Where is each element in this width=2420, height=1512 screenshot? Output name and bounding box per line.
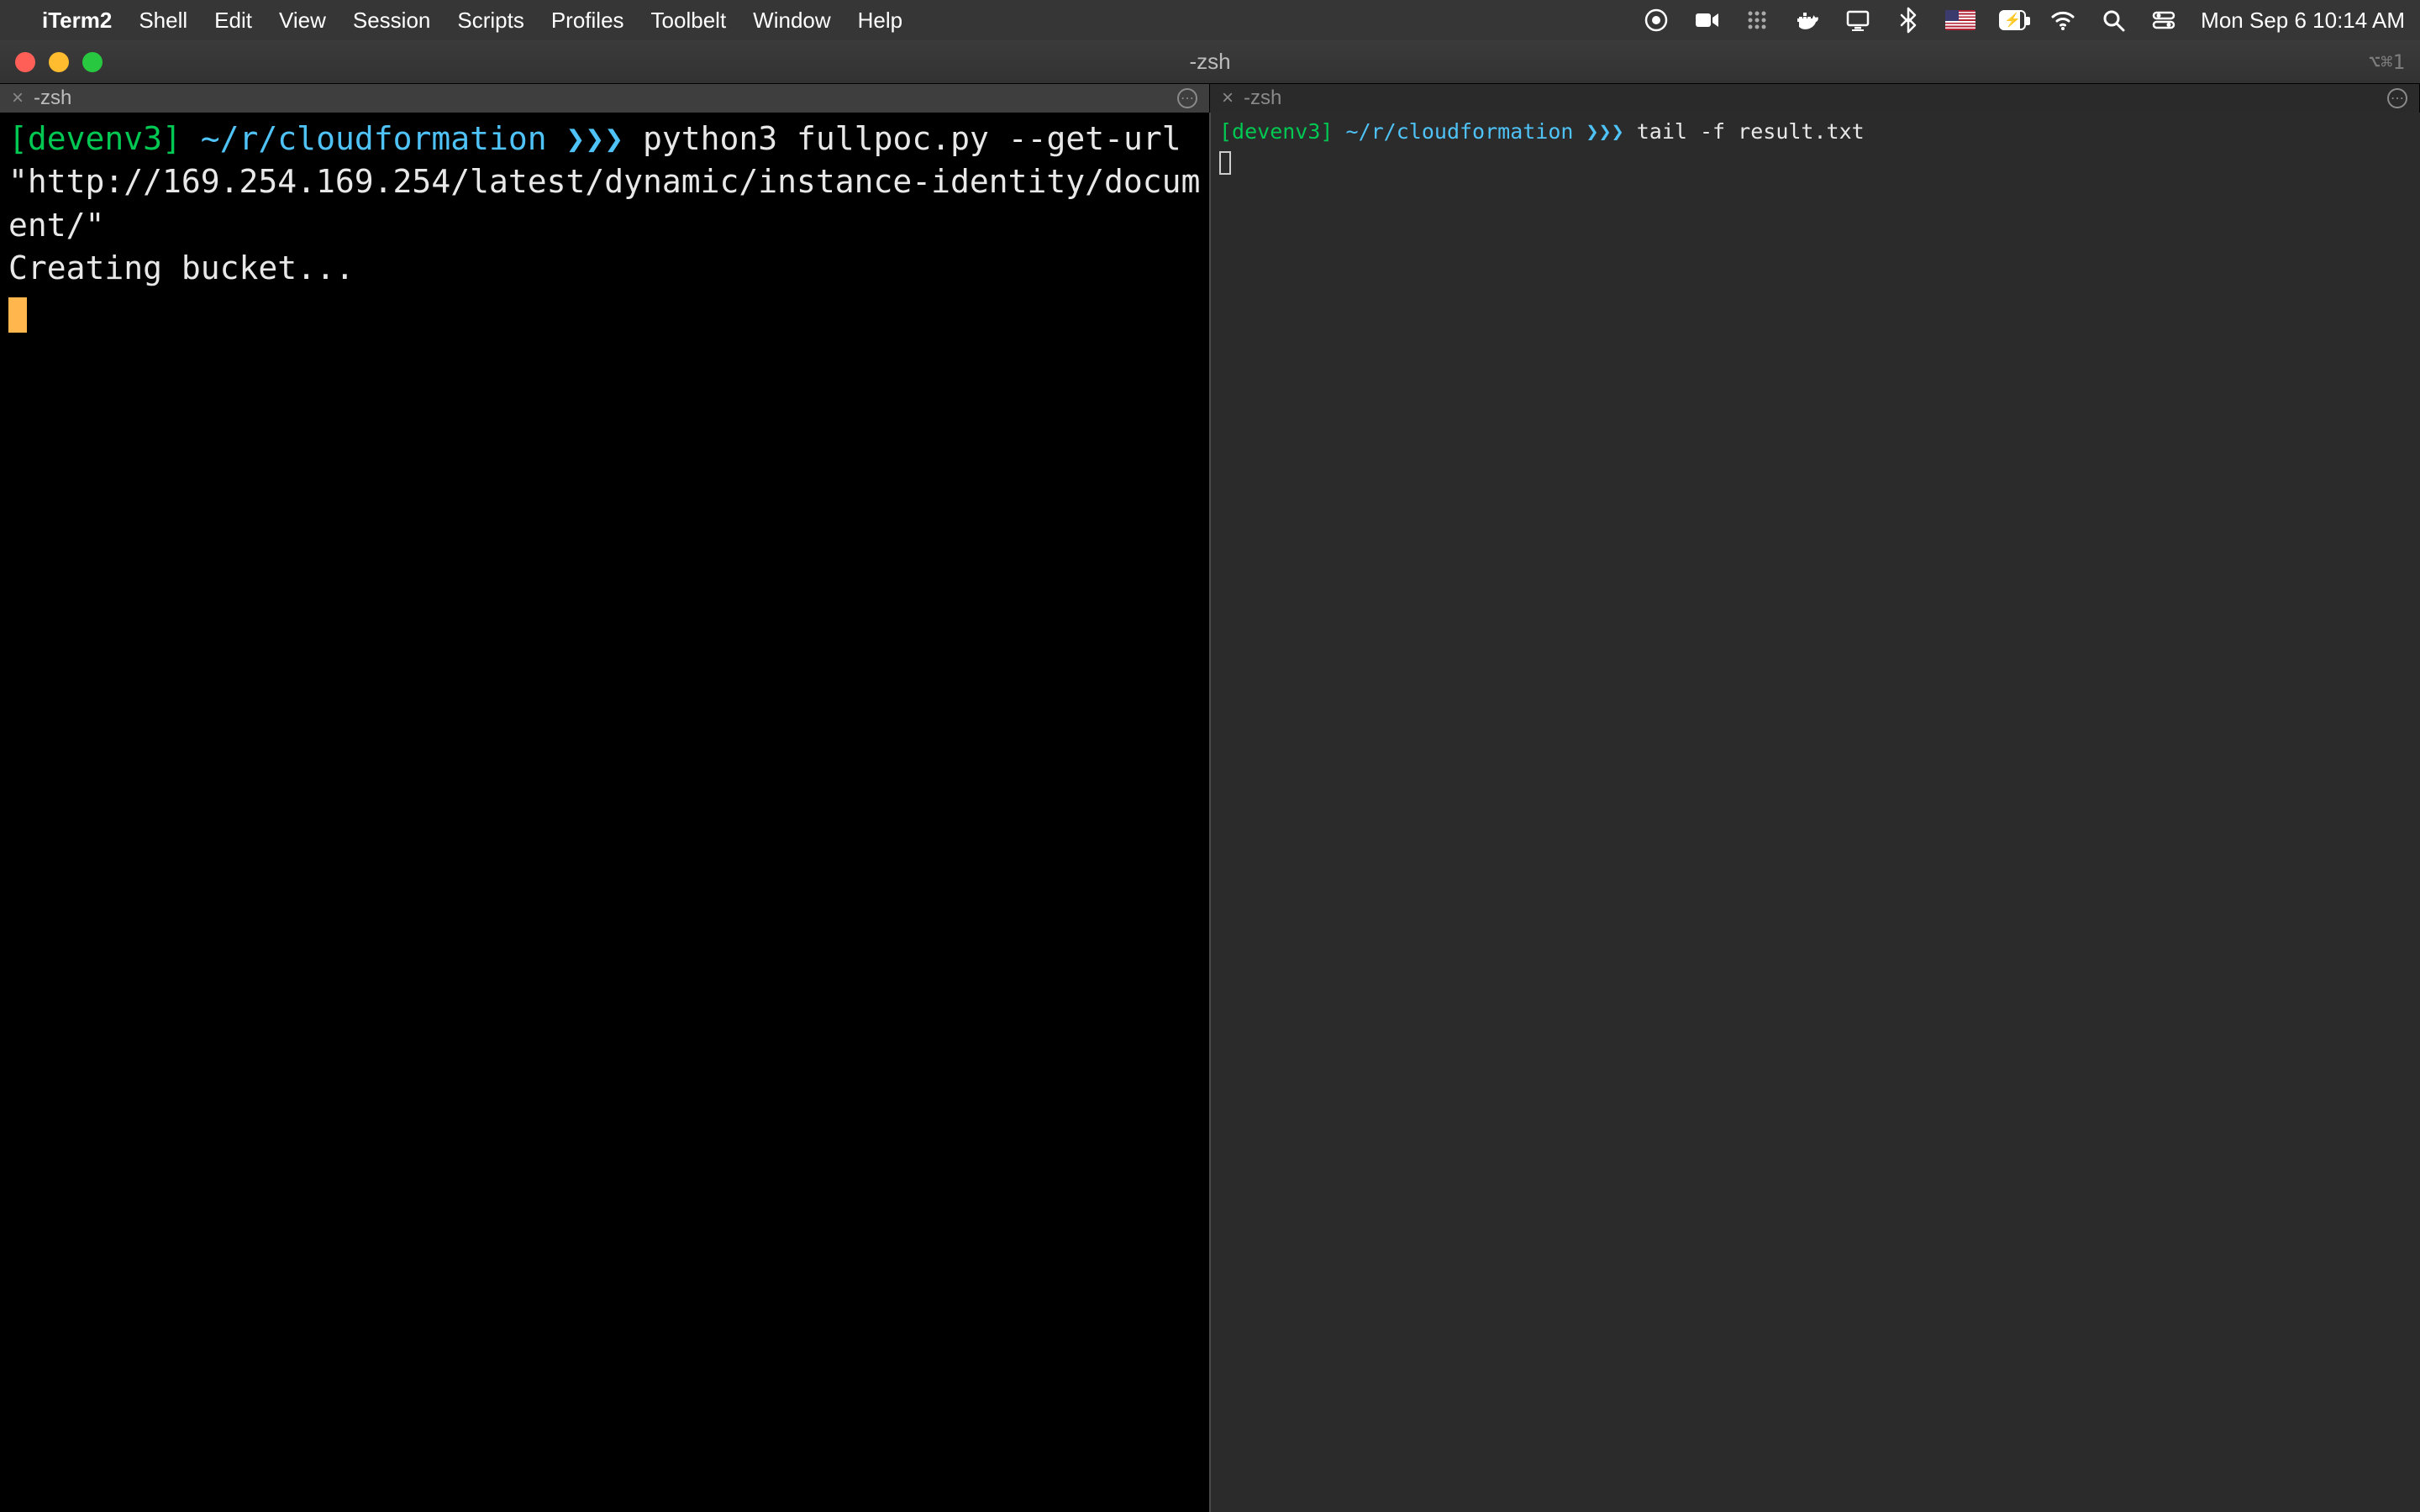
facetime-icon[interactable] xyxy=(1693,7,1720,34)
display-icon[interactable] xyxy=(1844,7,1871,34)
window-minimize-button[interactable] xyxy=(49,52,69,72)
screen-record-icon[interactable] xyxy=(1643,7,1670,34)
input-source-flag-icon[interactable] xyxy=(1945,10,1975,30)
menu-help[interactable]: Help xyxy=(858,8,902,34)
window-close-button[interactable] xyxy=(15,52,35,72)
menu-scripts[interactable]: Scripts xyxy=(457,8,523,34)
prompt-path: ~/r/cloudformation xyxy=(1346,119,1574,144)
menu-profiles[interactable]: Profiles xyxy=(551,8,624,34)
menu-shell[interactable]: Shell xyxy=(139,8,187,34)
prompt-arrows-icon: ❯❯❯ xyxy=(566,120,624,157)
tab-close-icon[interactable]: × xyxy=(1218,87,1237,110)
tab-close-icon[interactable]: × xyxy=(8,87,27,110)
menu-toolbelt[interactable]: Toolbelt xyxy=(651,8,727,34)
menubar-right: ⚡ Mon Sep 6 10:14 AM xyxy=(1643,7,2405,34)
terminal-pane-left[interactable]: [devenv3] ~/r/cloudformation ❯❯❯ python3… xyxy=(0,113,1211,1512)
search-icon[interactable] xyxy=(2100,7,2127,34)
terminal-output-line: Creating bucket... xyxy=(8,249,355,286)
menubar-left: iTerm2 Shell Edit View Session Scripts P… xyxy=(15,8,902,34)
menubar-clock[interactable]: Mon Sep 6 10:14 AM xyxy=(2201,8,2405,34)
battery-icon[interactable]: ⚡ xyxy=(1999,7,2026,34)
tab-1[interactable]: × -zsh ⋯ xyxy=(0,84,1210,113)
terminal-panes: [devenv3] ~/r/cloudformation ❯❯❯ python3… xyxy=(0,113,2420,1512)
traffic-lights xyxy=(0,52,103,72)
tab-label: -zsh xyxy=(34,87,71,110)
window-title: -zsh xyxy=(0,49,2420,75)
wifi-icon[interactable] xyxy=(2049,7,2076,34)
prompt-arrows-icon: ❯❯❯ xyxy=(1586,119,1624,144)
terminal-command: tail -f result.txt xyxy=(1637,119,1865,144)
window-shortcut-badge: ⌥⌘1 xyxy=(2369,50,2405,74)
window-zoom-button[interactable] xyxy=(82,52,103,72)
bluetooth-icon[interactable] xyxy=(1895,7,1922,34)
window-titlebar[interactable]: -zsh ⌥⌘1 xyxy=(0,40,2420,84)
menu-view[interactable]: View xyxy=(279,8,326,34)
tab-2[interactable]: × -zsh ⋯ xyxy=(1210,84,2420,113)
terminal-pane-right[interactable]: [devenv3] ~/r/cloudformation ❯❯❯ tail -f… xyxy=(1211,113,2420,1512)
prompt-env: [devenv3] xyxy=(1219,119,1333,144)
docker-icon[interactable] xyxy=(1794,7,1821,34)
cursor-block-icon xyxy=(8,297,27,333)
tab-menu-icon[interactable]: ⋯ xyxy=(2387,88,2407,108)
prompt-path: ~/r/cloudformation xyxy=(201,120,547,157)
tab-strip: × -zsh ⋯ × -zsh ⋯ xyxy=(0,84,2420,113)
tab-label: -zsh xyxy=(1244,87,1281,110)
cursor-outline-icon xyxy=(1219,151,1231,175)
prompt-env: [devenv3] xyxy=(8,120,182,157)
menu-session[interactable]: Session xyxy=(353,8,431,34)
tab-menu-icon[interactable]: ⋯ xyxy=(1177,88,1197,108)
macos-menubar: iTerm2 Shell Edit View Session Scripts P… xyxy=(0,0,2420,40)
control-center-icon[interactable] xyxy=(2150,7,2177,34)
app-name[interactable]: iTerm2 xyxy=(42,8,112,34)
grid-icon[interactable] xyxy=(1744,7,1770,34)
menu-edit[interactable]: Edit xyxy=(214,8,252,34)
menu-window[interactable]: Window xyxy=(753,8,830,34)
